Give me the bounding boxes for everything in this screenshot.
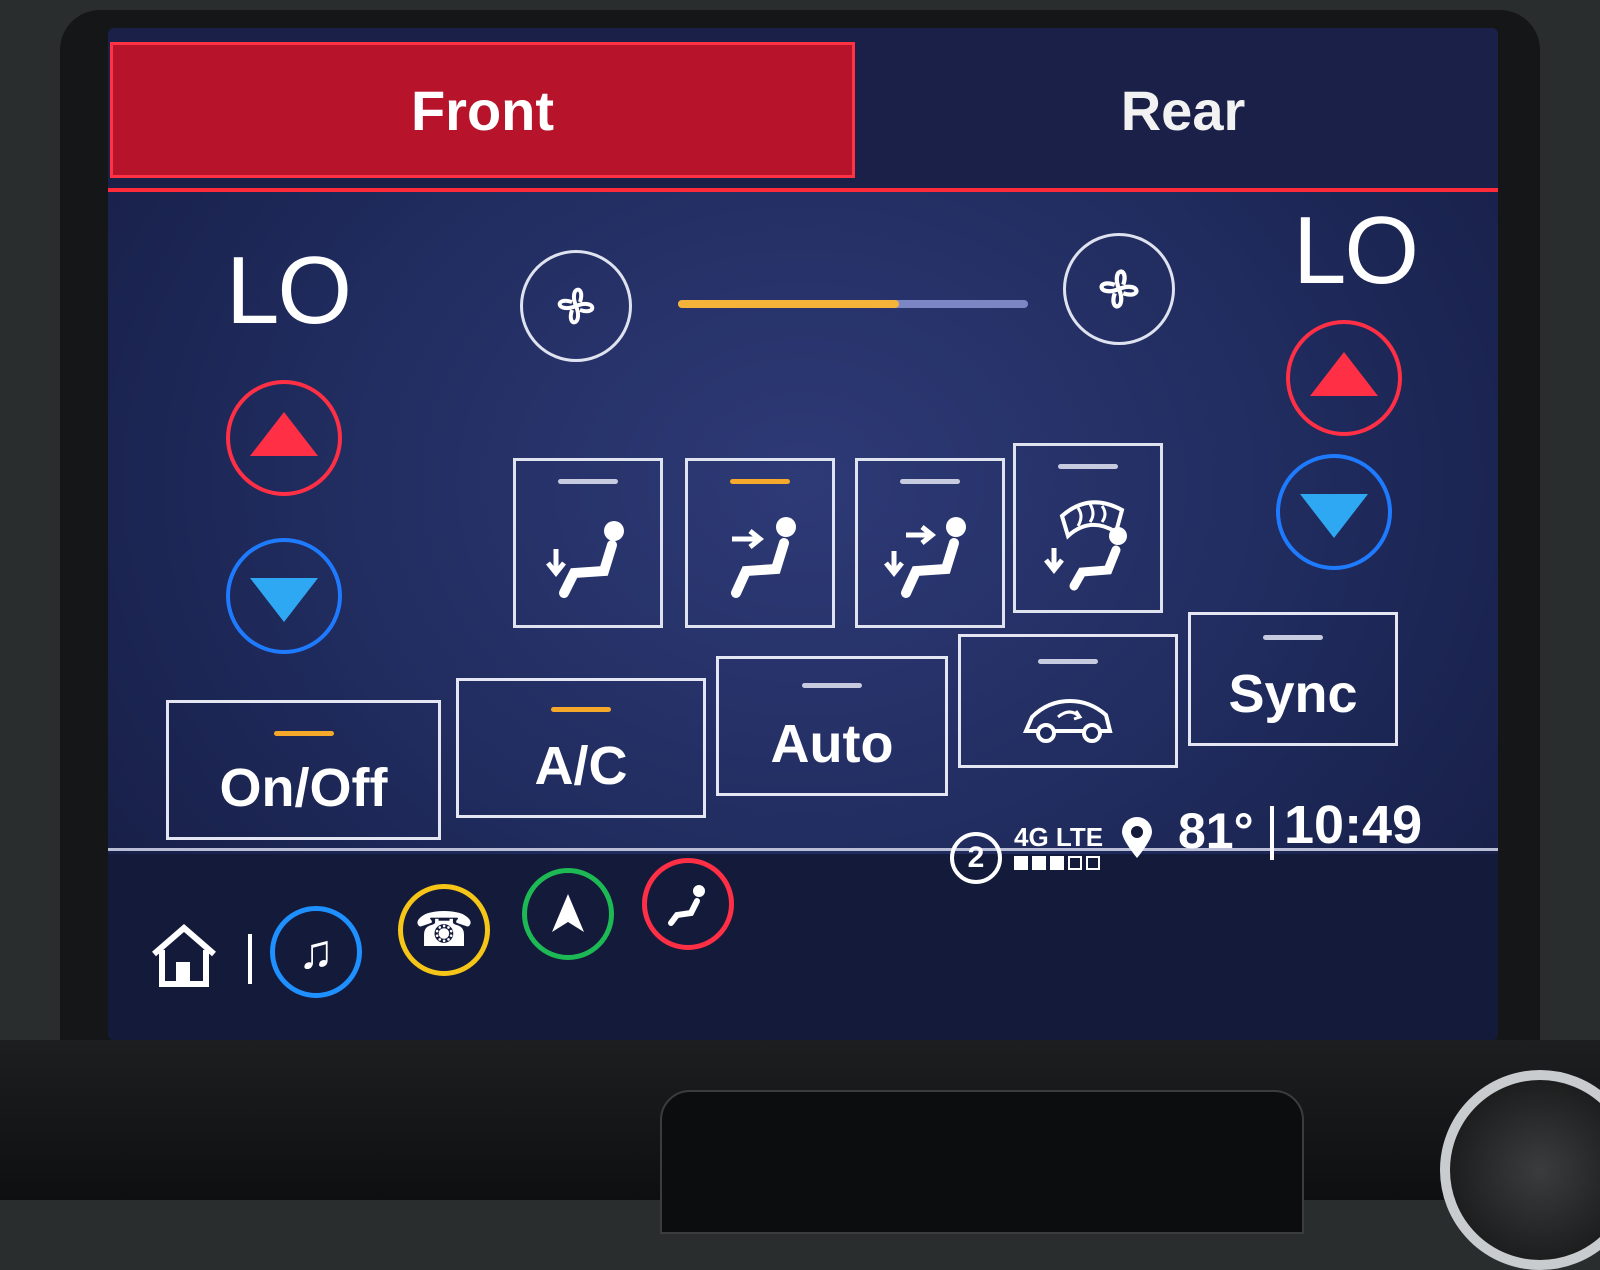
- fan-increase-button[interactable]: [1063, 233, 1175, 345]
- left-temp-up-button[interactable]: [226, 380, 342, 496]
- phone-icon: ☎: [414, 904, 474, 957]
- fan-speed-slider[interactable]: [678, 300, 1028, 308]
- auto-button[interactable]: Auto: [716, 656, 948, 796]
- mode-indicator: [1058, 464, 1118, 469]
- ac-indicator: [551, 707, 611, 712]
- fan-icon: [557, 287, 595, 325]
- signal-bar: [1014, 856, 1028, 870]
- home-icon[interactable]: [146, 920, 222, 990]
- zone-tab-bar: Front Rear: [108, 28, 1498, 192]
- recirculation-indicator: [1038, 659, 1098, 664]
- sync-button[interactable]: Sync: [1188, 612, 1398, 746]
- network-label: 4G LTE: [1014, 822, 1104, 852]
- right-temp-up-button[interactable]: [1286, 320, 1402, 436]
- arrow-down-icon: [250, 578, 318, 622]
- signal-bar: [1032, 856, 1046, 870]
- ac-button[interactable]: A/C: [456, 678, 706, 818]
- auto-label: Auto: [770, 714, 894, 774]
- mode-defrost-floor-button[interactable]: [1013, 443, 1163, 613]
- console-control-panel: [660, 1090, 1304, 1234]
- mode-indicator-active: [730, 479, 790, 484]
- mode-indicator: [900, 479, 960, 484]
- mode-floor-button[interactable]: [513, 458, 663, 628]
- signal-bar: [1050, 856, 1064, 870]
- status-divider-bar: [1270, 806, 1274, 860]
- auto-indicator: [802, 683, 862, 688]
- notification-badge[interactable]: 2: [950, 832, 1002, 884]
- recirculation-icon: [1022, 698, 1113, 743]
- mode-face-button[interactable]: [685, 458, 835, 628]
- arrow-up-icon: [250, 412, 318, 456]
- navigation-icon: [552, 894, 584, 932]
- right-temperature: LO: [1293, 197, 1419, 304]
- outside-temperature: 81°: [1178, 803, 1254, 859]
- notification-count: 2: [967, 841, 985, 874]
- music-icon: ♫: [298, 925, 334, 979]
- phone-button[interactable]: ☎: [398, 884, 490, 976]
- vent-face-floor-icon: [884, 517, 966, 598]
- location-pin-icon: [1122, 817, 1152, 858]
- clock: 10:49: [1284, 795, 1423, 855]
- onoff-button[interactable]: On/Off: [166, 700, 441, 840]
- signal-bar: [1086, 856, 1100, 870]
- fan-decrease-button[interactable]: [520, 250, 632, 362]
- navigation-button[interactable]: [522, 868, 614, 960]
- right-temp-down-button[interactable]: [1276, 454, 1392, 570]
- vent-face-icon: [731, 517, 796, 598]
- arrow-up-icon: [1310, 352, 1378, 396]
- climate-icon: [668, 885, 705, 926]
- music-button[interactable]: ♫: [270, 906, 362, 998]
- sync-indicator: [1263, 635, 1323, 640]
- bottom-navigation: ♫ ☎ 2 4G LTE 81° 10:49: [108, 795, 1498, 1040]
- left-temp-down-button[interactable]: [226, 538, 342, 654]
- onoff-label: On/Off: [219, 758, 388, 818]
- signal-strength: [1014, 856, 1100, 870]
- sync-label: Sync: [1228, 664, 1358, 724]
- mode-indicator: [558, 479, 618, 484]
- vent-floor-icon: [546, 521, 624, 598]
- signal-bar: [1068, 856, 1082, 870]
- mode-face-floor-button[interactable]: [855, 458, 1005, 628]
- left-temperature: LO: [226, 237, 352, 344]
- tab-front[interactable]: Front: [110, 42, 855, 178]
- recirculation-button[interactable]: [958, 634, 1178, 768]
- fan-speed-fill: [678, 300, 899, 308]
- nav-divider: [248, 934, 252, 984]
- ac-label: A/C: [534, 736, 628, 796]
- infotainment-screen: Front Rear LO LO On/Off A/C Auto Sync ♫ …: [108, 28, 1498, 1040]
- fan-icon: [1099, 269, 1139, 309]
- onoff-indicator: [273, 731, 334, 736]
- defrost-floor-icon: [1044, 500, 1127, 591]
- tab-rear[interactable]: Rear: [868, 42, 1498, 178]
- arrow-down-icon: [1300, 494, 1368, 538]
- climate-button[interactable]: [642, 858, 734, 950]
